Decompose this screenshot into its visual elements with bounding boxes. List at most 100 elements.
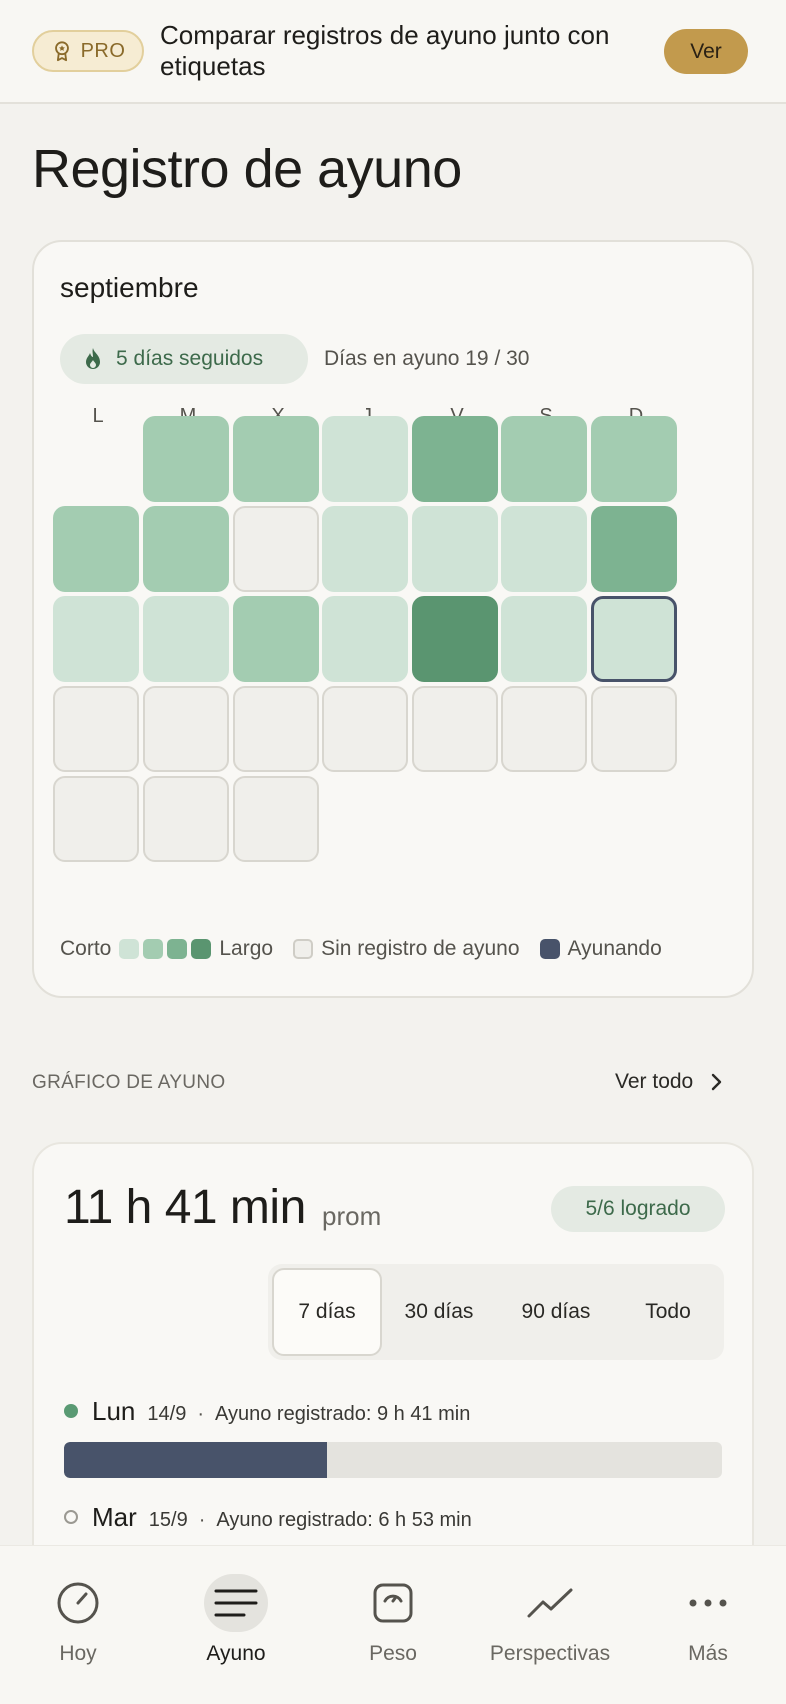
legend-swatch [143,939,164,959]
streak-label: 5 días seguidos [116,347,264,370]
calendar-day[interactable] [233,596,319,682]
calendar-day[interactable] [501,596,587,682]
nav-icon-wrap [46,1574,110,1632]
calendar-day[interactable] [412,416,498,502]
list-icon [214,1589,258,1617]
see-all-link[interactable]: Ver todo [615,1070,723,1094]
calendar-day[interactable] [591,686,677,772]
pro-badge-label: PRO [80,39,126,62]
calendar-day[interactable] [53,776,139,862]
calendar-day[interactable] [53,596,139,682]
fast-progress-bar [64,1442,722,1478]
nav-label: Ayuno [206,1642,266,1665]
pro-banner-text: Comparar registros de ayuno junto con et… [160,20,610,81]
entry-status-dot [64,1510,78,1524]
calendar-day[interactable] [322,506,408,592]
calendar-day[interactable] [322,596,408,682]
nav-icon-wrap [204,1574,268,1632]
nav-item-today[interactable]: Hoy [22,1546,134,1704]
pro-banner: PRO Comparar registros de ayuno junto co… [0,0,786,104]
calendar-day[interactable] [143,596,229,682]
calendar-day[interactable] [412,506,498,592]
nav-label: Más [688,1642,728,1665]
calendar-month: septiembre [60,272,199,303]
nav-icon-wrap [361,1574,425,1632]
calendar-card: septiembre 5 días seguidos Días en ayuno… [32,240,754,998]
calendar-day[interactable] [501,686,587,772]
legend-long-label: Largo [219,937,274,960]
goal-achieved-badge: 5/6 logrado [551,1186,725,1232]
calendar-legend: Corto Largo Sin registro de ayuno Ayunan… [60,934,740,964]
chevron-right-icon [712,1073,722,1091]
calendar-day[interactable] [412,596,498,682]
range-selector: 7 días 30 días 90 días Todo [268,1264,724,1360]
range-90-days[interactable]: 90 días [496,1268,616,1356]
nav-item-weight[interactable]: Peso [337,1546,449,1704]
scale-icon [373,1583,413,1623]
page-title: Registro de ayuno [32,139,462,199]
entry-separator: · [197,1403,204,1425]
clock-icon [57,1582,99,1624]
legend-no-record-label: Sin registro de ayuno [321,937,520,960]
entry-date: 15/9 [148,1509,188,1531]
calendar-day[interactable] [233,776,319,862]
fast-entry-row[interactable]: Lun 14/9 · Ayuno registrado: 9 h 41 min [64,1396,470,1427]
calendar-day[interactable] [501,506,587,592]
legend-scale [119,939,212,959]
fast-entry-row[interactable]: Mar 15/9 · Ayuno registrado: 6 h 53 min [64,1502,472,1533]
nav-item-insights[interactable]: Perspectivas [478,1546,622,1704]
pro-badge: PRO [32,30,144,72]
calendar-day[interactable] [143,506,229,592]
average-fast-value: 11 h 41 min [64,1181,306,1234]
calendar-day[interactable] [591,506,677,592]
calendar-day[interactable] [322,416,408,502]
weekday-label: L [92,405,104,427]
entry-day: Mar [92,1502,137,1532]
average-unit: prom [322,1201,382,1231]
legend-short-label: Corto [60,937,112,960]
nav-label: Hoy [59,1642,97,1665]
chart-section-label: GRÁFICO DE AYUNO [32,1072,226,1093]
nav-item-more[interactable]: Más [652,1546,764,1704]
legend-swatch [191,939,212,959]
nav-label: Peso [369,1642,417,1665]
nav-label: Perspectivas [489,1642,611,1665]
calendar-day[interactable] [53,506,139,592]
range-30-days[interactable]: 30 días [382,1268,496,1356]
legend-swatch [119,939,140,959]
see-all-label: Ver todo [615,1070,694,1093]
nav-item-fasting[interactable]: Ayuno [180,1546,292,1704]
calendar-day[interactable] [322,686,408,772]
legend-swatch-empty [293,939,314,959]
entry-date: 14/9 [147,1403,187,1425]
nav-icon-wrap [518,1574,582,1632]
flame-icon [86,348,100,369]
calendar-day[interactable] [143,686,229,772]
more-dots-icon [689,1599,727,1607]
calendar-day[interactable] [143,416,229,502]
legend-swatch-fasting [539,939,560,959]
fast-progress-fill [64,1442,328,1478]
calendar-day[interactable] [53,686,139,772]
calendar-day[interactable] [591,416,677,502]
entry-duration: Ayuno registrado: 6 h 53 min [216,1509,472,1531]
calendar-day[interactable] [412,686,498,772]
calendar-day[interactable] [233,686,319,772]
entry-duration: Ayuno registrado: 9 h 41 min [215,1403,471,1425]
calendar-day[interactable] [143,776,229,862]
nav-icon-wrap [676,1574,740,1632]
streak-badge: 5 días seguidos [60,334,308,384]
fast-days-count: Días en ayuno 19 / 30 [324,347,530,370]
legend-fasting-label: Ayunando [567,937,662,960]
calendar-day[interactable] [233,506,319,592]
entry-day: Lun [92,1396,136,1426]
calendar-day[interactable] [501,416,587,502]
entry-separator: · [198,1509,206,1531]
calendar-day[interactable] [233,416,319,502]
view-pro-button[interactable]: Ver [664,29,748,74]
legend-swatch [167,939,188,959]
calendar-day[interactable] [591,596,677,682]
trend-line-icon [527,1588,573,1618]
range-all[interactable]: Todo [616,1268,720,1356]
range-7-days[interactable]: 7 días [272,1268,382,1356]
